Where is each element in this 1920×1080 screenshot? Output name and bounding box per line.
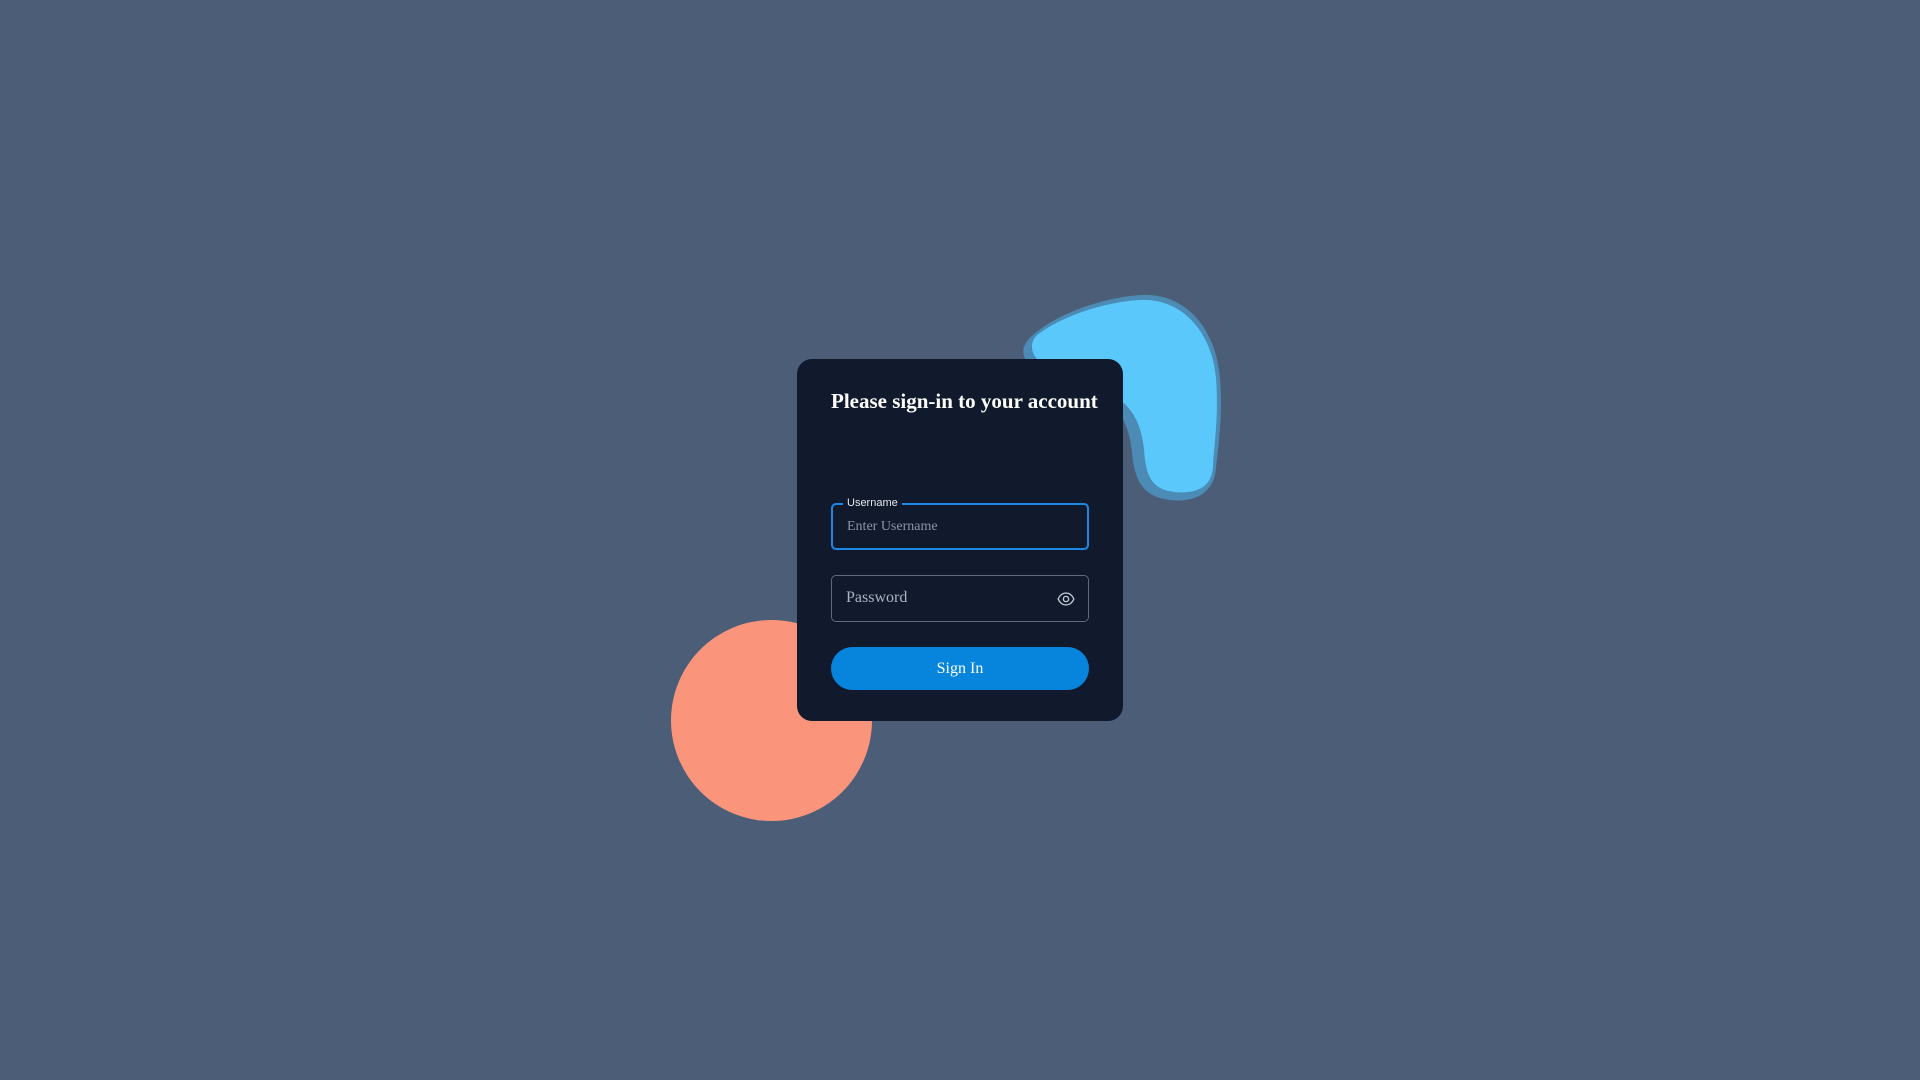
login-card: Please sign-in to your account Username … <box>797 359 1123 721</box>
page-title: Please sign-in to your account <box>831 389 1098 413</box>
password-field[interactable] <box>831 575 1089 622</box>
username-input[interactable] <box>847 505 1047 548</box>
password-input[interactable] <box>846 576 1046 621</box>
sign-in-button[interactable]: Sign In <box>831 647 1089 690</box>
login-page: Please sign-in to your account Username … <box>0 0 1920 1080</box>
eye-icon[interactable] <box>1056 590 1076 608</box>
username-field[interactable]: Username <box>831 496 1089 550</box>
